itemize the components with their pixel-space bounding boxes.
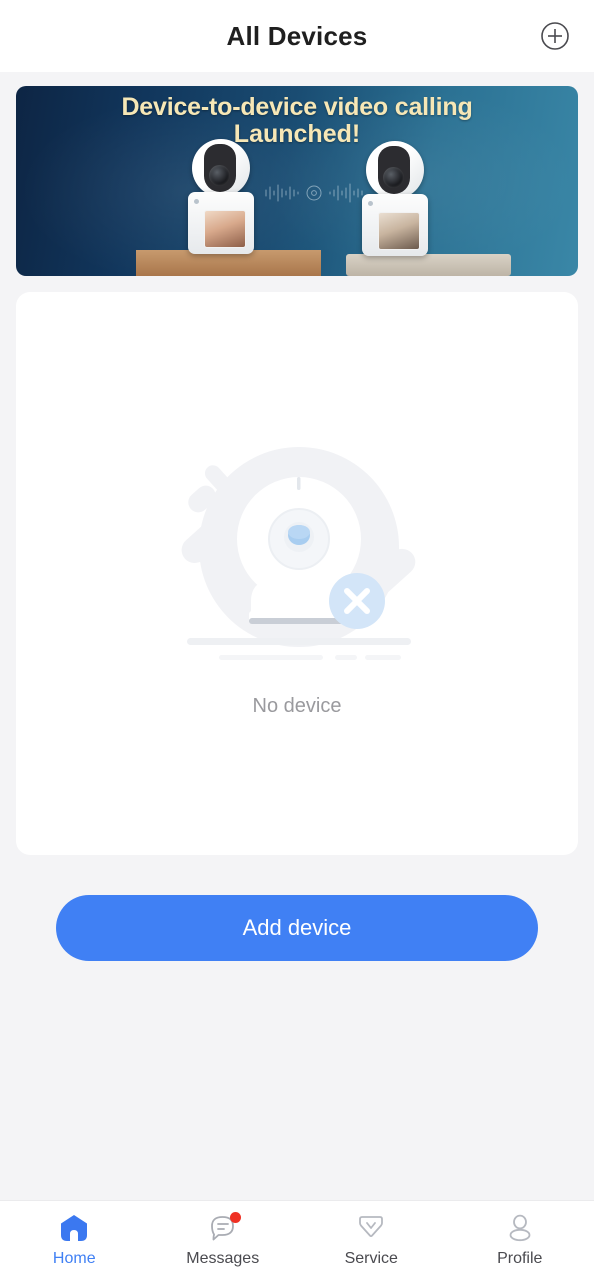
empty-state-label: No device	[252, 695, 342, 717]
plus-circle-icon	[541, 22, 569, 50]
offline-camera-icon	[181, 447, 416, 660]
message-icon	[207, 1212, 241, 1243]
promo-banner[interactable]: Device-to-device video calling Launched!	[16, 86, 578, 276]
messages-unread-badge	[229, 1212, 241, 1223]
tab-service-label: Service	[344, 1250, 398, 1267]
banner-camera-right	[362, 141, 428, 256]
home-icon	[58, 1213, 90, 1243]
app-header: All Devices	[0, 0, 594, 72]
tab-service[interactable]: Service	[297, 1201, 446, 1280]
empty-state-illustration	[167, 429, 427, 679]
bottom-tab-bar: Home Messages Service Profile	[0, 1200, 594, 1280]
tab-home-label: Home	[52, 1250, 96, 1267]
audio-waveform-icon	[265, 183, 363, 203]
add-device-button[interactable]: Add device	[56, 895, 538, 961]
page-title: All Devices	[226, 20, 368, 51]
banner-background	[16, 86, 578, 276]
banner-camera-left	[188, 139, 254, 254]
diamond-icon	[355, 1213, 387, 1243]
add-device-icon-button[interactable]	[538, 19, 572, 53]
tab-home[interactable]: Home	[0, 1201, 149, 1280]
tab-messages[interactable]: Messages	[149, 1201, 298, 1280]
device-list-card: No device	[16, 292, 578, 855]
primary-action-area: Add device	[16, 895, 578, 961]
tab-profile-label: Profile	[497, 1250, 543, 1267]
tab-messages-label: Messages	[186, 1250, 260, 1267]
tab-profile[interactable]: Profile	[446, 1201, 594, 1280]
banner-desk-right	[346, 254, 511, 276]
page-content: Device-to-device video calling Launched!	[0, 72, 594, 1200]
person-icon	[504, 1213, 536, 1243]
